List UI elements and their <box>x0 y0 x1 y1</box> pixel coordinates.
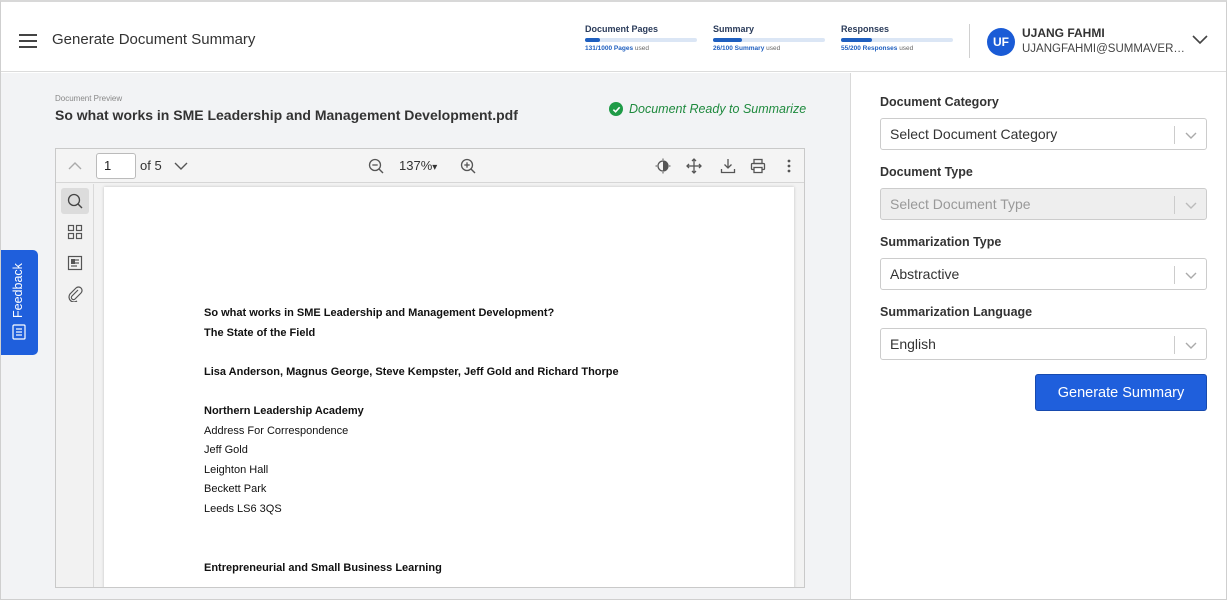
document-file-name: So what works in SME Leadership and Mana… <box>55 107 518 123</box>
document-preview-area: Document Preview So what works in SME Le… <box>1 73 850 599</box>
page-text-line: Lisa Anderson, Magnus George, Steve Kemp… <box>204 366 619 378</box>
usage-text: 55/200 Responses used <box>841 45 914 52</box>
usage-bar <box>841 38 953 42</box>
feedback-label: Feedback <box>11 263 25 318</box>
summarization-type-label: Summarization Type <box>880 235 1002 249</box>
page-title: Generate Document Summary <box>52 31 256 48</box>
zoom-out-icon[interactable] <box>366 157 386 175</box>
page-text-line: Leeds LS6 3QS <box>204 503 282 515</box>
select-divider <box>1174 126 1175 144</box>
check-circle-icon <box>609 102 623 116</box>
select-value: English <box>890 336 936 352</box>
pdf-viewer: 1 of 5 137%▾ So what works in SME Leader… <box>55 148 805 588</box>
header-divider <box>969 24 970 58</box>
print-icon[interactable] <box>748 157 768 175</box>
chevron-down-icon <box>1185 342 1197 349</box>
chevron-down-icon <box>1185 132 1197 139</box>
feedback-tab[interactable]: Feedback <box>1 250 38 355</box>
chevron-down-icon[interactable] <box>1191 33 1209 45</box>
usage-summary: Summary 26/100 Summary used <box>713 24 825 52</box>
summarization-type-select[interactable]: Abstractive <box>880 258 1207 290</box>
usage-title: Summary <box>713 24 755 34</box>
usage-bar-fill <box>585 38 600 42</box>
select-divider <box>1174 266 1175 284</box>
page-text-line: Northern Leadership Academy <box>204 405 364 417</box>
summarization-language-select[interactable]: English <box>880 328 1207 360</box>
document-category-select[interactable]: Select Document Category <box>880 118 1207 150</box>
chevron-down-icon[interactable] <box>172 157 190 175</box>
page-text-line: The State of the Field <box>204 327 316 339</box>
status-badge: Document Ready to Summarize <box>609 102 806 116</box>
select-value: Select Document Category <box>890 126 1058 142</box>
user-name: UJANG FAHMI <box>1022 26 1105 40</box>
chevron-down-icon <box>1185 272 1197 279</box>
app-window: Generate Document Summary Document Pages… <box>0 0 1227 600</box>
page-number-input[interactable]: 1 <box>96 153 136 179</box>
pan-icon[interactable] <box>684 157 704 175</box>
document-category-label: Document Category <box>880 95 999 109</box>
summarization-language-label: Summarization Language <box>880 305 1033 319</box>
usage-bar-fill <box>713 38 743 42</box>
document-type-select: Select Document Type <box>880 188 1207 220</box>
usage-text: 26/100 Summary used <box>713 45 781 52</box>
user-email: UJANGFAHMI@SUMMAVERSE.COM <box>1022 43 1188 55</box>
page-text-line: Jeff Gold <box>204 444 248 456</box>
usage-document-pages: Document Pages 131/1000 Pages used <box>585 24 697 52</box>
select-divider <box>1174 196 1175 214</box>
document-type-label: Document Type <box>880 165 973 179</box>
menu-icon[interactable] <box>19 34 37 48</box>
search-icon[interactable] <box>61 188 89 214</box>
thumbnails-icon[interactable] <box>61 219 89 245</box>
avatar[interactable]: UF <box>987 28 1015 56</box>
download-icon[interactable] <box>718 157 738 175</box>
usage-title: Responses <box>841 24 890 34</box>
page-text-line: Entrepreneurial and Small Business Learn… <box>204 562 442 574</box>
select-divider <box>1174 336 1175 354</box>
select-value: Abstractive <box>890 266 960 282</box>
chevron-down-icon <box>1185 202 1197 209</box>
page-count: of 5 <box>140 158 162 173</box>
pdf-page: So what works in SME Leadership and Mana… <box>104 187 794 587</box>
usage-title: Document Pages <box>585 24 659 34</box>
usage-responses: Responses 55/200 Responses used <box>841 24 953 52</box>
top-header: Generate Document Summary Document Pages… <box>1 2 1226 72</box>
status-text: Document Ready to Summarize <box>629 102 807 116</box>
chevron-up-icon[interactable] <box>66 157 84 175</box>
theme-toggle-icon[interactable] <box>653 157 673 175</box>
zoom-level[interactable]: 137%▾ <box>399 158 437 173</box>
pdf-toolbar: 1 of 5 137%▾ <box>56 149 804 183</box>
viewer-side-tools <box>56 184 94 587</box>
page-text-line: Leighton Hall <box>204 464 269 476</box>
page-text-line: Address For Correspondence <box>204 425 349 437</box>
more-options-icon[interactable] <box>780 157 798 175</box>
outline-icon[interactable] <box>61 250 89 276</box>
generate-summary-button[interactable]: Generate Summary <box>1035 374 1207 411</box>
usage-bar <box>713 38 825 42</box>
summary-settings-panel: Document Category Select Document Catego… <box>851 73 1226 599</box>
select-value: Select Document Type <box>890 196 1031 212</box>
usage-bar <box>585 38 697 42</box>
page-text-line: Beckett Park <box>204 483 267 495</box>
usage-bar-fill <box>841 38 872 42</box>
page-text-line: So what works in SME Leadership and Mana… <box>204 307 555 319</box>
zoom-in-icon[interactable] <box>458 157 478 175</box>
usage-text: 131/1000 Pages used <box>585 45 649 52</box>
feedback-form-icon <box>12 324 26 340</box>
attachment-icon[interactable] <box>61 281 89 307</box>
preview-label: Document Preview <box>55 94 123 103</box>
